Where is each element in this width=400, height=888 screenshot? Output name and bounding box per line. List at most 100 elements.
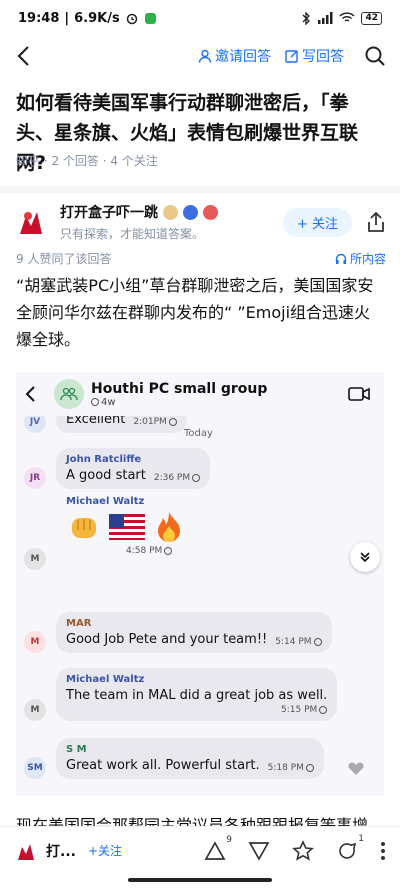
wifi-icon	[339, 12, 355, 22]
comment-count: 1	[358, 833, 364, 844]
follow-button[interactable]: + 关注	[282, 207, 352, 237]
edit-icon	[285, 50, 298, 63]
downvote-triangle-icon	[248, 841, 270, 861]
write-answer-button[interactable]: 写回答	[285, 46, 344, 66]
fist-icon	[66, 510, 104, 544]
bluetooth-icon	[303, 11, 311, 25]
network-speed: 6.9K/s	[74, 10, 120, 26]
headphones-icon	[335, 253, 347, 264]
timer-icon	[168, 418, 177, 426]
disappearing-timer: 4w	[101, 396, 116, 408]
inside-content-link[interactable]: 所内容	[335, 250, 386, 267]
sender-avatar: SM	[24, 757, 46, 779]
message-time: 2:01PM	[133, 417, 167, 427]
search-icon[interactable]	[364, 45, 386, 67]
timer-icon	[91, 398, 99, 406]
creator-badge-icon	[203, 204, 218, 220]
author-name[interactable]: 打开盒子吓一跳	[60, 202, 158, 222]
sender-avatar: M	[24, 631, 46, 653]
chat-screenshot-image[interactable]: Houthi PC small group 4w JV Excellent 2:…	[16, 372, 384, 796]
message-time: 2:36 PM	[153, 473, 191, 483]
alarm-icon	[126, 13, 137, 25]
chat-message: SM S M Great work all. Powerful start. 5…	[24, 738, 324, 779]
chat-back-icon	[25, 386, 35, 402]
group-people-icon	[60, 387, 78, 401]
voters-row: 9 人赞同了该回答 所内容	[16, 250, 386, 267]
timer-icon	[164, 547, 173, 555]
heart-reaction-icon	[348, 762, 364, 775]
sender-avatar: M	[24, 699, 46, 721]
bottom-author-avatar[interactable]	[14, 837, 40, 864]
us-flag-icon	[108, 510, 146, 544]
message-text: Good Job Pete and your team!!	[66, 632, 268, 647]
comment-bubble-icon	[339, 842, 357, 859]
timer-icon	[319, 706, 328, 714]
author-avatar[interactable]	[14, 204, 50, 240]
message-text: The team in MAL did a great job as well.	[66, 688, 328, 703]
cellular-signal-icon	[318, 12, 333, 24]
group-name: Houthi PC small group	[91, 380, 268, 397]
answer-author-row: 打开盒子吓一跳 只有探索，才能知道答案。 + 关注	[14, 198, 386, 246]
sender-avatar: JR	[24, 467, 46, 489]
chat-message: M Michael Waltz The team in MAL did a gr…	[24, 668, 338, 721]
write-answer-label: 写回答	[302, 49, 344, 65]
answer-paragraph: “胡塞武装PC小组”草台群聊泄密之后，美国国家安全顾问华尔兹在群聊内发布的“ ”…	[16, 276, 374, 349]
chat-header: Houthi PC small group 4w	[16, 372, 384, 416]
message-text: Great work all. Powerful start.	[66, 758, 260, 773]
scroll-down-button	[350, 542, 380, 572]
verified-badge-icon	[183, 204, 198, 220]
upvote-count: 9	[226, 834, 232, 845]
bottom-action-bar: 打... +关注 9 1	[0, 826, 400, 874]
invite-answer-button[interactable]: 邀请回答	[198, 46, 271, 66]
top-nav: 邀请回答 写回答	[0, 36, 400, 76]
invite-answer-label: 邀请回答	[215, 49, 271, 65]
fire-icon	[150, 510, 188, 544]
message-time: 5:14 PM	[275, 637, 312, 647]
section-divider	[0, 186, 400, 194]
status-bar: 19:48 | 6.9K/s 42	[0, 0, 400, 36]
star-icon	[292, 839, 314, 861]
inside-content-label: 所内容	[349, 252, 386, 266]
message-time: 5:15 PM	[281, 705, 318, 715]
sender-avatar: M	[24, 548, 46, 570]
more-vertical-icon	[381, 841, 385, 860]
back-arrow-icon[interactable]	[14, 45, 34, 67]
more-options-button[interactable]	[380, 841, 386, 861]
message-text: A good start	[66, 468, 146, 483]
message-time: 5:18 PM	[267, 763, 304, 773]
comment-button[interactable]: 1	[336, 834, 364, 862]
answer-next-line: 现在美国国会那帮园主党议员各种跟跟报复等事增	[16, 816, 369, 826]
sender-name: S M	[66, 744, 87, 755]
sender-name: MAR	[66, 618, 92, 629]
sender-name: Michael Waltz	[66, 496, 145, 507]
timer-icon	[305, 764, 314, 772]
bottom-author-name[interactable]: 打...	[46, 841, 76, 861]
timer-icon	[313, 638, 322, 646]
chat-message: JR John Ratcliffe A good start 2:36 PM	[24, 448, 211, 489]
group-avatar	[54, 379, 84, 409]
upvoters-text[interactable]: 9 人赞同了该回答	[16, 250, 111, 267]
share-icon[interactable]	[366, 211, 386, 233]
level-badge-icon	[163, 204, 178, 220]
video-call-icon	[348, 387, 370, 401]
upvote-button[interactable]: 9	[204, 835, 232, 861]
chat-message: M Michael Waltz 4:58 PM	[24, 496, 198, 570]
date-separator: Today	[184, 428, 213, 439]
sender-name: Michael Waltz	[66, 674, 145, 685]
battery-indicator: 42	[361, 11, 382, 25]
downvote-button[interactable]	[248, 841, 270, 861]
chat-message: M MAR Good Job Pete and your team!! 5:14…	[24, 612, 332, 653]
sender-name: John Ratcliffe	[66, 454, 142, 465]
app-notification-icon	[144, 12, 156, 24]
bottom-follow-button[interactable]: +关注	[88, 842, 122, 859]
double-chevron-down-icon	[360, 552, 370, 563]
person-icon	[198, 49, 212, 63]
home-indicator[interactable]	[128, 878, 272, 882]
author-bio: 只有探索，才能知道答案。	[60, 227, 205, 241]
timer-icon	[192, 474, 201, 482]
favorite-button[interactable]	[292, 839, 314, 862]
status-time: 19:48	[18, 10, 60, 26]
upvote-triangle-icon	[204, 840, 226, 860]
question-meta[interactable]: 知乎 · 2 个回答 · 4 个关注	[16, 152, 158, 169]
message-time: 4:58 PM	[126, 546, 163, 556]
